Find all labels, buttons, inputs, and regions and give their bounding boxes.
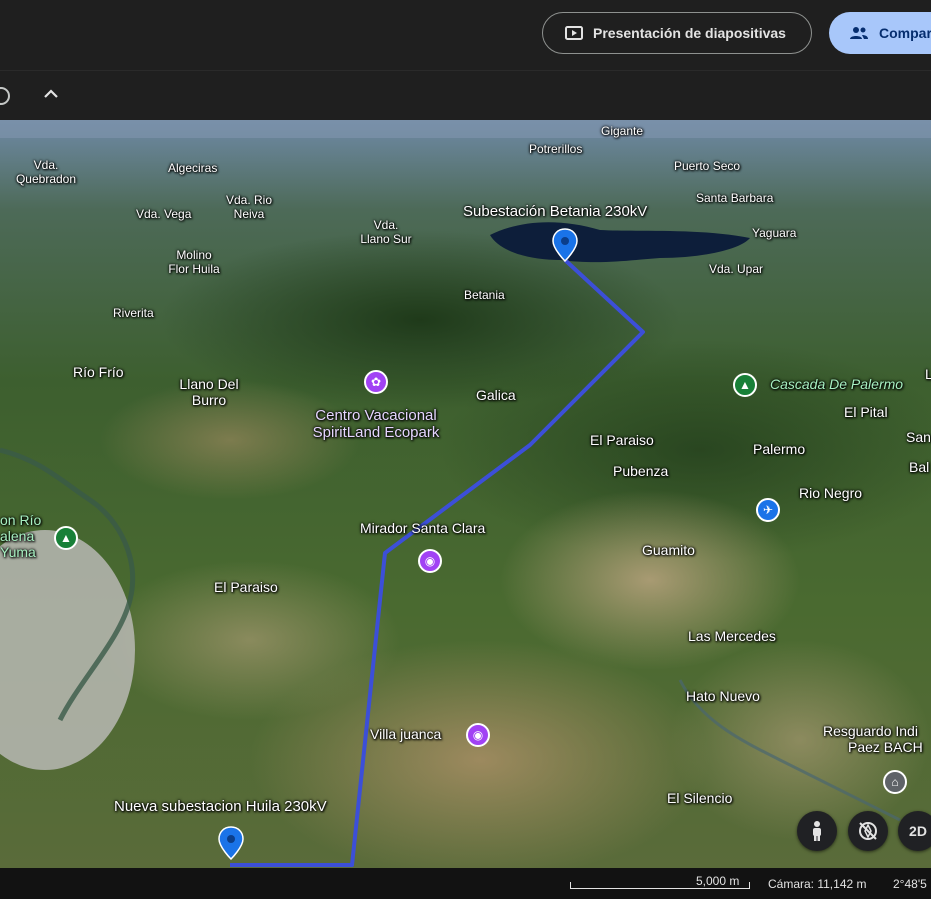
top-app-bar: Presentación de diapositivas Compar [0, 0, 931, 70]
place-label: Vda. Llano Sur [360, 218, 412, 246]
place-label: San [906, 429, 931, 445]
huila-substation-label[interactable]: Nueva subestacion Huila 230kV [114, 798, 327, 815]
camera-poi-icon[interactable]: ◉ [418, 549, 442, 573]
place-label: Palermo [753, 441, 806, 457]
chevron-up-icon[interactable] [40, 83, 62, 105]
place-label: Vda. Vega [136, 207, 192, 221]
location-pin-icon[interactable] [552, 228, 578, 262]
share-button[interactable]: Compar [829, 12, 931, 54]
place-label: El Paraiso [590, 432, 654, 448]
place-label: Río Frío [73, 364, 124, 380]
status-bar: 5,000 m Cámara: 11,142 m 2°48'5 [0, 868, 931, 899]
school-poi-icon[interactable]: ⌂ [883, 770, 907, 794]
place-label: Molino Flor Huila [168, 248, 220, 276]
people-icon [850, 27, 868, 39]
camera-poi-icon[interactable]: ◉ [466, 723, 490, 747]
place-label: Rio Negro [799, 485, 863, 501]
slideshow-label: Presentación de diapositivas [593, 25, 786, 41]
slideshow-button[interactable]: Presentación de diapositivas [542, 12, 812, 54]
place-label: Santa Barbara [696, 191, 774, 205]
place-label: El Paraiso [214, 579, 278, 595]
slideshow-icon [565, 26, 583, 40]
place-label: El Pital [844, 404, 888, 420]
camera-altitude: Cámara: 11,142 m [768, 877, 867, 891]
place-label: Yaguara [752, 226, 797, 240]
map-view[interactable]: Gigante Potrerillos Puerto Seco Vda. Queb… [0, 120, 931, 868]
betania-substation-label[interactable]: Subestación Betania 230kV [463, 203, 647, 220]
scale-label: 5,000 m [696, 874, 740, 888]
airport-poi-icon[interactable]: ✈ [756, 498, 780, 522]
place-label: Llano Del Burro [179, 376, 239, 408]
place-label: Potrerillos [529, 142, 583, 156]
view-2d-button[interactable]: 2D [898, 811, 931, 851]
share-label: Compar [879, 25, 931, 41]
toolbar [0, 70, 931, 121]
tree-poi-icon[interactable]: ▲ [733, 373, 757, 397]
villa-juanca-label[interactable]: Villa juanca [370, 726, 441, 742]
mirador-label[interactable]: Mirador Santa Clara [360, 520, 485, 536]
partial-icon[interactable] [0, 87, 10, 105]
tree-poi-icon[interactable]: ▲ [54, 526, 78, 550]
place-label: Hato Nuevo [686, 688, 760, 704]
location-pin-icon[interactable] [218, 826, 244, 860]
place-label: Gigante [601, 124, 644, 138]
compass-off-icon [859, 822, 877, 840]
place-label: Guamito [642, 542, 695, 558]
cascada-label[interactable]: Cascada De Palermo [770, 376, 903, 392]
park-poi-icon[interactable]: ✿ [364, 370, 388, 394]
place-label: L [925, 366, 931, 382]
place-label: Betania [464, 288, 505, 302]
place-label: Vda. Upar [709, 262, 764, 276]
place-label: Pubenza [613, 463, 669, 479]
place-label: Riverita [113, 306, 154, 320]
place-label: Resguardo Indi Paez BACH [823, 723, 923, 755]
place-label: Bal [909, 459, 930, 475]
place-label: Vda. Quebradon [15, 158, 77, 186]
coordinates: 2°48'5 [893, 877, 927, 891]
place-label: Galica [476, 387, 516, 403]
pegman-icon [813, 821, 821, 841]
spiritland-label[interactable]: Centro Vacacional SpiritLand Ecopark [300, 407, 452, 441]
compass-button[interactable] [848, 811, 888, 851]
place-label: Vda. Rio Neiva [225, 193, 273, 221]
place-label: Las Mercedes [688, 628, 776, 644]
place-label: El Silencio [667, 790, 733, 806]
pegman-button[interactable] [797, 811, 837, 851]
place-label: Algeciras [168, 161, 218, 175]
place-label: on Río alena Yuma [0, 512, 42, 560]
place-label: Puerto Seco [674, 159, 741, 173]
